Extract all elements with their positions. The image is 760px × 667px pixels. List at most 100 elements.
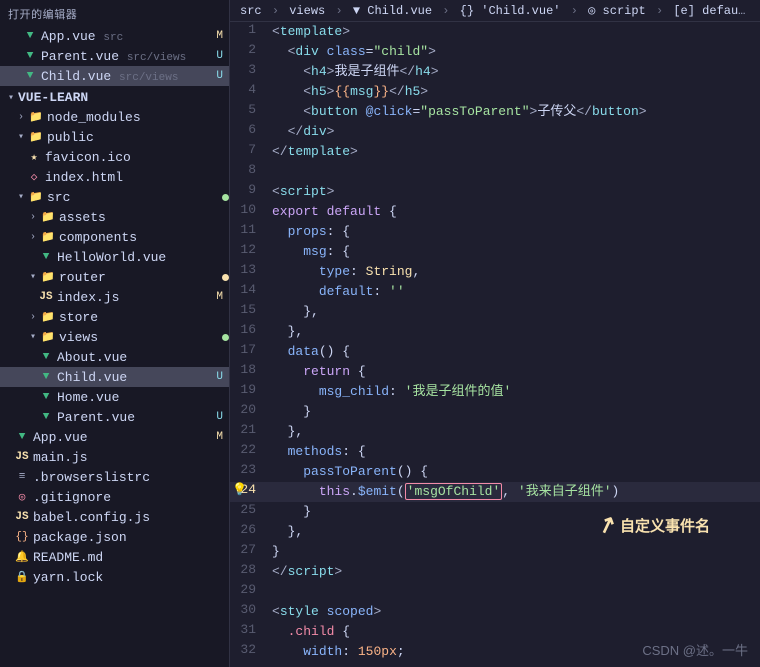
line-content: <script> <box>268 182 760 202</box>
tree-assets[interactable]: › 📁 assets <box>0 207 229 227</box>
lightbulb-icon[interactable]: 💡 <box>232 482 247 497</box>
chevron-icon: ▾ <box>14 131 28 143</box>
line-number: 8 <box>230 162 268 177</box>
tree-child-vue[interactable]: ▼ Child.vue U <box>0 367 229 387</box>
vue-icon: ▼ <box>22 28 38 44</box>
tree-browserslistrc[interactable]: ≡ .browserslistrc <box>0 467 229 487</box>
badge-U: U <box>216 411 223 423</box>
code-line-14: 14 default: '' <box>230 282 760 302</box>
open-editor-Parent-vue[interactable]: ▼ Parent.vue src/views U <box>0 46 229 66</box>
file-label: About.vue <box>57 350 229 365</box>
code-line-11: 11 props: { <box>230 222 760 242</box>
line-number: 32 <box>230 642 268 657</box>
line-content: export default { <box>268 202 760 222</box>
code-line-6: 6 </div> <box>230 122 760 142</box>
folder-label: node_modules <box>47 110 229 125</box>
line-content: <div class="child"> <box>268 42 760 62</box>
sidebar: 打开的编辑器 ▼ App.vue src M ▼ Parent.vue src/… <box>0 0 230 667</box>
file-label: README.md <box>33 550 229 565</box>
vue-icon: ▼ <box>38 349 54 365</box>
vue-icon: ▼ <box>38 369 54 385</box>
tree-app-vue-main[interactable]: ▼ App.vue M <box>0 427 229 447</box>
tree-public[interactable]: ▾ 📁 public <box>0 127 229 147</box>
vue-icon: ▼ <box>22 68 38 84</box>
code-line-28: 28 </script> <box>230 562 760 582</box>
line-number: 7 <box>230 142 268 157</box>
folder-label: store <box>59 310 229 325</box>
folder-icon: 📁 <box>40 229 56 245</box>
line-number: 15 <box>230 302 268 317</box>
code-line-20: 20 } <box>230 402 760 422</box>
file-label: Child.vue src/views <box>41 69 216 84</box>
line-number: 1 <box>230 22 268 37</box>
tree-package-json[interactable]: {} package.json <box>0 527 229 547</box>
tree-gitignore[interactable]: ◎ .gitignore <box>0 487 229 507</box>
tree-home-vue[interactable]: ▼ Home.vue <box>0 387 229 407</box>
breadcrumb: src › views › ▼ Child.vue › {} 'Child.vu… <box>230 0 760 22</box>
line-number: 18 <box>230 362 268 377</box>
tree-store[interactable]: › 📁 store <box>0 307 229 327</box>
file-label: .gitignore <box>33 490 229 505</box>
chevron-icon: › <box>14 112 28 123</box>
tree-yarn-lock[interactable]: 🔒 yarn.lock <box>0 567 229 587</box>
open-editor-App-vue[interactable]: ▼ App.vue src M <box>0 26 229 46</box>
tree-node-modules[interactable]: › 📁 node_modules <box>0 107 229 127</box>
code-container[interactable]: 1 <template> 2 <div class="child"> 3 <h4… <box>230 22 760 667</box>
line-content: </div> <box>268 122 760 142</box>
line-number: 28 <box>230 562 268 577</box>
tree-readme[interactable]: 🔔 README.md <box>0 547 229 567</box>
line-number: 30 <box>230 602 268 617</box>
tree-helloworld[interactable]: ▼ HelloWorld.vue <box>0 247 229 267</box>
watermark: CSDN @述。一牛 <box>642 640 748 659</box>
vue-icon: ▼ <box>22 48 38 64</box>
line-number: 6 <box>230 122 268 137</box>
line-number: 2 <box>230 42 268 57</box>
code-line-9: 9 <script> <box>230 182 760 202</box>
folder-icon: 📁 <box>40 209 56 225</box>
editor-area: src › views › ▼ Child.vue › {} 'Child.vu… <box>230 0 760 667</box>
line-number: 29 <box>230 582 268 597</box>
js-icon: JS <box>38 289 54 305</box>
tree-router-index[interactable]: JS index.js M <box>0 287 229 307</box>
tree-favicon[interactable]: ★ favicon.ico <box>0 147 229 167</box>
file-label: index.html <box>45 170 229 185</box>
folder-label: router <box>59 270 218 285</box>
tree-src[interactable]: ▾ 📁 src <box>0 187 229 207</box>
html-icon: ◇ <box>26 169 42 185</box>
tree-index-html[interactable]: ◇ index.html <box>0 167 229 187</box>
tree-views[interactable]: ▾ 📁 views <box>0 327 229 347</box>
line-number: 5 <box>230 102 268 117</box>
tree-about-vue[interactable]: ▼ About.vue <box>0 347 229 367</box>
line-number: 20 <box>230 402 268 417</box>
file-label: main.js <box>33 450 229 465</box>
open-editor-Child-vue[interactable]: ▼ Child.vue src/views U <box>0 66 229 86</box>
file-label: Parent.vue src/views <box>41 49 216 64</box>
tree-babel-config[interactable]: JS babel.config.js <box>0 507 229 527</box>
code-line-18: 18 return { <box>230 362 760 382</box>
badge-U: U <box>216 371 223 383</box>
project-root[interactable]: ▾ VUE-LEARN <box>0 88 229 107</box>
line-content: methods: { <box>268 442 760 462</box>
doc-icon: ≡ <box>14 469 30 485</box>
tree-components[interactable]: › 📁 components <box>0 227 229 247</box>
folder-icon: 📁 <box>28 129 44 145</box>
code-line-17: 17 data() { <box>230 342 760 362</box>
line-number: 11 <box>230 222 268 237</box>
line-content: this.$emit('msgOfChild', '我来自子组件') <box>268 482 760 502</box>
tree-router[interactable]: ▾ 📁 router <box>0 267 229 287</box>
file-label: HelloWorld.vue <box>57 250 229 265</box>
chevron-icon: ▾ <box>26 271 40 283</box>
file-label: App.vue src <box>41 29 216 44</box>
line-content: passToParent() { <box>268 462 760 482</box>
code-line-19: 19 msg_child: '我是子组件的值' <box>230 382 760 402</box>
breadcrumb-part: src <box>240 4 262 18</box>
code-line-2: 2 <div class="child"> <box>230 42 760 62</box>
tree-parent-vue[interactable]: ▼ Parent.vue U <box>0 407 229 427</box>
line-content: <h4>我是子组件</h4> <box>268 62 760 82</box>
folder-label: assets <box>59 210 229 225</box>
breadcrumb-part: [e] default <box>673 4 752 18</box>
star-icon: ★ <box>26 149 42 165</box>
line-number: 13 <box>230 262 268 277</box>
line-number: 22 <box>230 442 268 457</box>
tree-main-js[interactable]: JS main.js <box>0 447 229 467</box>
